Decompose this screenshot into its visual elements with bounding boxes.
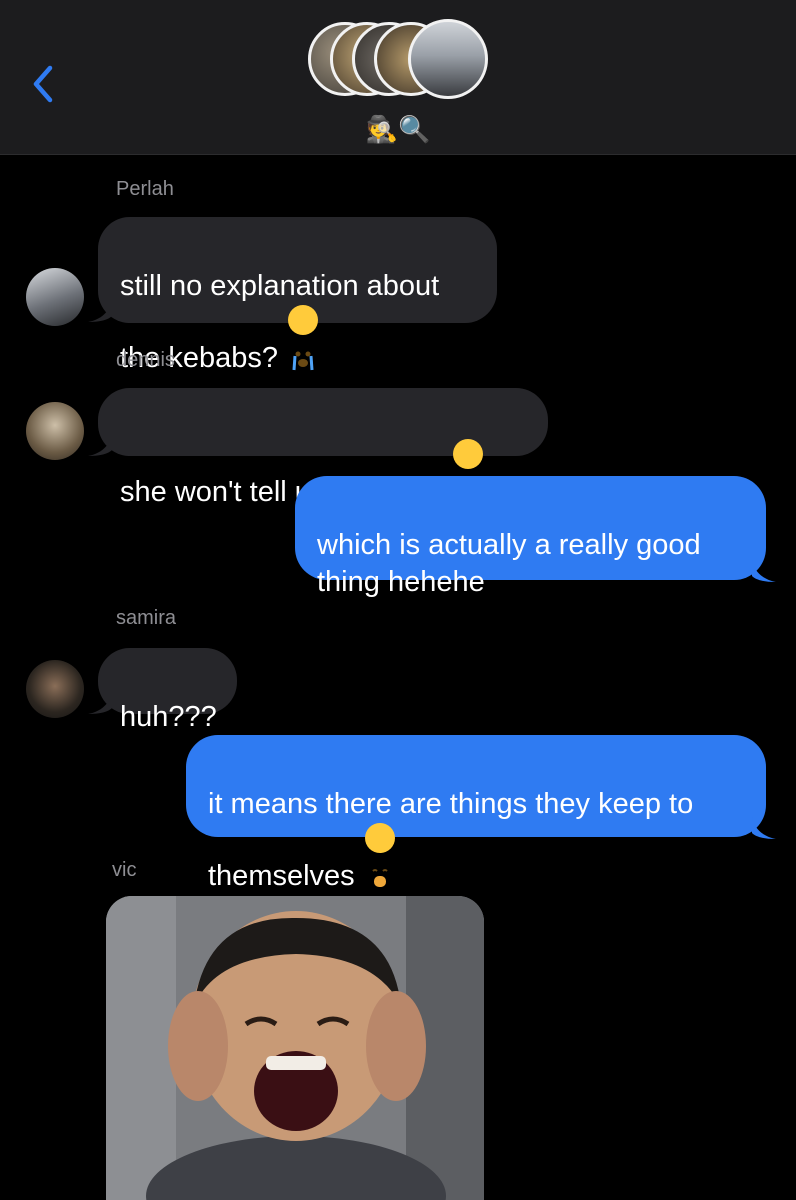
group-avatars[interactable] xyxy=(308,19,488,106)
conversation-header: 🕵️🔍 xyxy=(0,0,796,155)
message-text: huh??? xyxy=(120,701,217,733)
bubble-tail xyxy=(752,560,776,582)
message-text: it means there are things they keep to t… xyxy=(208,788,694,892)
message-bubble[interactable]: which is actually a really good thing he… xyxy=(295,476,766,598)
sender-name: samira xyxy=(116,607,177,629)
crying-face-icon xyxy=(453,439,484,505)
message-bubble[interactable]: it means there are things they keep to t… xyxy=(186,735,766,892)
avatar xyxy=(408,19,488,99)
group-name[interactable]: 🕵️🔍 xyxy=(0,114,796,145)
avatar[interactable] xyxy=(26,660,84,718)
sender-name: vic xyxy=(112,859,137,881)
crying-face-icon xyxy=(288,305,319,371)
message-bubble[interactable]: she won't tell us anything xyxy=(98,388,548,508)
back-button[interactable] xyxy=(28,62,68,106)
message-bubble[interactable]: huh??? xyxy=(98,648,237,733)
photo-attachment[interactable] xyxy=(106,896,484,1200)
photo-image xyxy=(106,896,484,1200)
sender-name: Perlah xyxy=(116,178,174,200)
avatar[interactable] xyxy=(26,268,84,326)
sender-name: dennis xyxy=(116,349,175,371)
bubble-tail xyxy=(752,817,776,839)
avatar[interactable] xyxy=(26,402,84,460)
chevron-left-icon xyxy=(33,65,53,103)
hand-over-mouth-icon xyxy=(364,823,395,887)
message-bubble[interactable]: still no explanation about the kebabs? xyxy=(98,217,497,374)
message-text: which is actually a really good thing he… xyxy=(317,529,701,598)
